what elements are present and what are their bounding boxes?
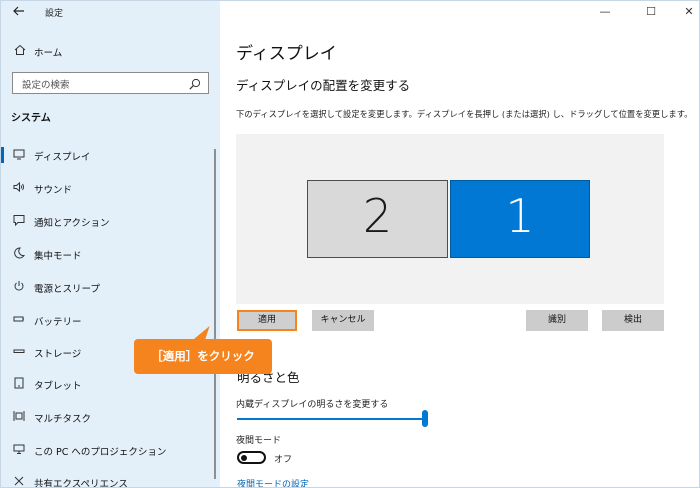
sidebar-item-home[interactable]: ホーム — [1, 41, 220, 61]
sidebar-scrollbar[interactable] — [214, 149, 216, 479]
monitor-number: 1 — [505, 189, 535, 243]
sidebar-item-label: マルチタスク — [34, 414, 92, 425]
monitor-number: 2 — [362, 189, 393, 243]
maximize-icon[interactable]: ☐ — [643, 4, 659, 20]
brightness-slider-thumb[interactable] — [422, 410, 428, 427]
window-controls: — ☐ ✕ — [549, 1, 699, 25]
night-mode-toggle[interactable] — [237, 451, 266, 464]
detect-button[interactable]: 検出 — [602, 310, 664, 331]
title-bar: 設定 — [1, 1, 220, 25]
search-placeholder: 設定の検索 — [22, 80, 70, 91]
projection-icon — [12, 443, 26, 457]
back-arrow-icon[interactable] — [10, 4, 28, 22]
speaker-icon — [12, 181, 26, 195]
cancel-button[interactable]: キャンセル — [312, 310, 374, 331]
moon-icon — [12, 247, 26, 261]
home-icon — [13, 44, 27, 58]
sidebar-item-sound[interactable]: サウンド — [1, 177, 220, 199]
monitor-1-tile[interactable]: 1 — [450, 180, 590, 258]
callout-text: ［適用］をクリック — [151, 349, 255, 363]
sidebar-item-label: この PC へのプロジェクション — [34, 447, 167, 458]
shared-experience-icon — [12, 475, 26, 487]
power-icon — [12, 280, 26, 294]
instruction-callout: ［適用］をクリック — [134, 339, 272, 374]
sidebar-item-label: 共有エクスペリエンス — [34, 479, 128, 488]
sidebar-item-label: バッテリー — [34, 317, 82, 328]
storage-icon — [12, 345, 26, 359]
sidebar-item-multitasking[interactable]: マルチタスク — [1, 406, 220, 428]
sidebar-item-display[interactable]: ディスプレイ — [1, 144, 220, 166]
sidebar-item-projection[interactable]: この PC へのプロジェクション — [1, 439, 220, 461]
tablet-icon — [12, 377, 26, 391]
sidebar-item-focus[interactable]: 集中モード — [1, 243, 220, 265]
close-icon[interactable]: ✕ — [681, 4, 697, 20]
search-input[interactable]: 設定の検索 — [12, 72, 209, 94]
sidebar: 設定 ホーム 設定の検索 システム ディスプレイ サウンド 通知とアクション 集… — [1, 1, 220, 488]
toggle-knob — [241, 454, 247, 461]
arrange-section-title: ディスプレイの配置を変更する — [236, 78, 411, 93]
apply-button[interactable]: 適用 — [237, 310, 297, 331]
display-arrangement-panel: 2 1 — [236, 134, 664, 304]
sidebar-item-label: タブレット — [34, 381, 82, 392]
night-mode-settings-link[interactable]: 夜間モードの設定 — [237, 477, 309, 487]
sidebar-item-notifications[interactable]: 通知とアクション — [1, 210, 220, 232]
sidebar-item-tablet[interactable]: タブレット — [1, 373, 220, 395]
multitask-icon — [12, 410, 26, 424]
brightness-label: 内蔵ディスプレイの明るさを変更する — [236, 400, 389, 410]
night-mode-state: オフ — [274, 455, 293, 465]
minimize-icon[interactable]: — — [597, 4, 613, 20]
sidebar-item-power[interactable]: 電源とスリープ — [1, 276, 220, 298]
sidebar-item-label: 電源とスリープ — [34, 284, 100, 295]
settings-window: 設定 ホーム 設定の検索 システム ディスプレイ サウンド 通知とアクション 集… — [0, 0, 700, 488]
sidebar-item-label: 集中モード — [34, 251, 82, 262]
monitor-icon — [12, 148, 26, 162]
battery-icon — [12, 313, 26, 327]
notification-icon — [12, 214, 26, 228]
sidebar-item-label: サウンド — [34, 185, 73, 196]
identify-button[interactable]: 識別 — [526, 310, 588, 331]
brightness-slider-track[interactable] — [237, 418, 427, 420]
sidebar-item-label: ホーム — [34, 48, 63, 59]
arrange-description: 下のディスプレイを選択して設定を変更します。ディスプレイを長押し (または選択)… — [236, 109, 693, 119]
sidebar-item-label: 通知とアクション — [34, 218, 110, 229]
night-mode-label: 夜間モード — [236, 436, 282, 446]
sidebar-item-label: ディスプレイ — [34, 152, 91, 163]
sidebar-item-battery[interactable]: バッテリー — [1, 309, 220, 331]
page-title: ディスプレイ — [236, 44, 337, 64]
search-icon[interactable] — [188, 76, 202, 90]
monitor-2-tile[interactable]: 2 — [307, 180, 448, 258]
section-title: システム — [11, 113, 51, 124]
app-title: 設定 — [45, 9, 64, 19]
sidebar-item-label: ストレージ — [34, 349, 82, 360]
sidebar-item-shared-experiences[interactable]: 共有エクスペリエンス — [1, 471, 220, 488]
